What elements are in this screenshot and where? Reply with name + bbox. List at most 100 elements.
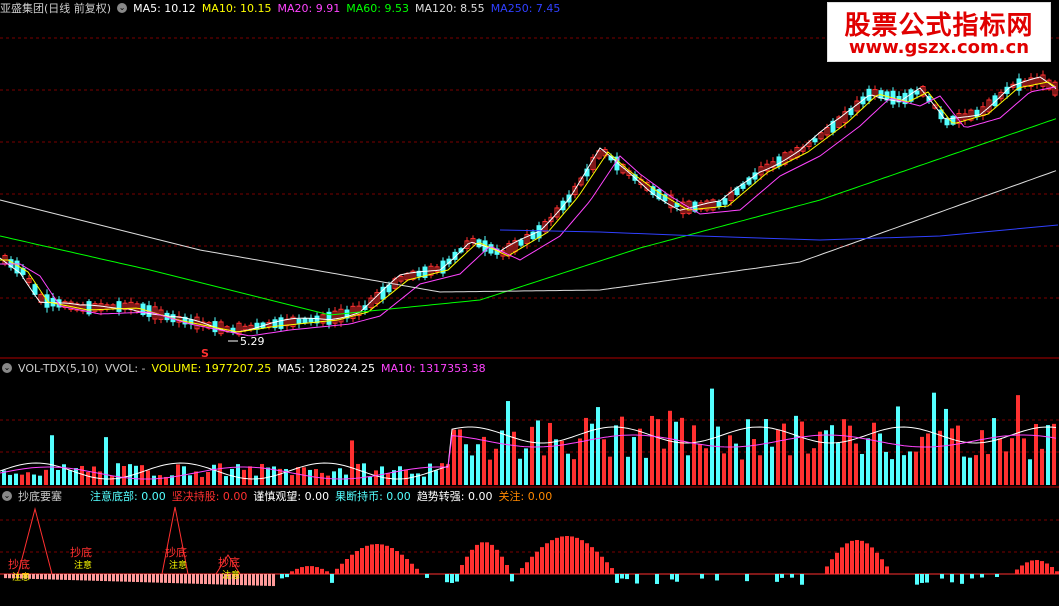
volume-bar <box>998 438 1002 485</box>
volume-bar <box>794 415 798 485</box>
indicator-bar-up <box>575 537 579 574</box>
indicator-field-6: 关注: 0.00 <box>498 490 553 503</box>
volume-bar <box>1022 438 1026 485</box>
indicator-bar-up <box>390 548 394 574</box>
chart-canvas: 抄底注意抄底注意抄底注意 抄底注意 5.29 S <box>0 37 1059 587</box>
volume-bar <box>1052 423 1056 485</box>
indicator-field-3: 谨慎观望: 0.00 <box>253 490 330 503</box>
indicator-bar-pink <box>252 574 255 586</box>
indicator-bar-up <box>365 545 369 574</box>
indicator-bar-pink <box>256 574 259 586</box>
indicator-bar-pink <box>108 574 111 582</box>
indicator-field-1: 注意底部: 0.00 <box>90 490 166 503</box>
indicator-bar-up <box>550 540 554 574</box>
volume-bar <box>746 419 750 485</box>
volume-bar <box>158 475 162 485</box>
indicator-bar-pink <box>32 574 35 579</box>
volume-bar <box>188 475 192 485</box>
ma250-line <box>499 224 1059 241</box>
indicator-bar-pink <box>80 574 83 581</box>
volume-ma10-value: MA10: 1317353.38 <box>380 361 486 375</box>
volume-bar <box>1016 395 1020 485</box>
indicator-bar-down <box>970 574 974 579</box>
volume-bar <box>200 476 204 485</box>
indicator-bar-up <box>845 543 849 574</box>
volume-bar <box>566 453 570 485</box>
volume-bar <box>644 457 648 485</box>
volume-bar <box>950 428 954 485</box>
indicator-bar-up <box>470 549 474 574</box>
volume-bar <box>596 407 600 485</box>
candle-body <box>866 88 872 101</box>
volume-settings-icon[interactable]: ⌄ <box>2 363 12 373</box>
indicator-bar-pink <box>212 574 215 585</box>
indicator-field-2: 坚决持股: 0.00 <box>171 490 248 503</box>
volume-bar <box>524 448 528 485</box>
indicator-bar-up <box>535 551 539 574</box>
volume-bar <box>152 475 156 485</box>
ma250-value: MA250: 7.45 <box>490 1 561 15</box>
indicator-bar-pink <box>44 574 47 580</box>
volume-bar <box>260 463 264 485</box>
volume-bar <box>602 439 606 485</box>
indicator-bar-down <box>675 574 679 582</box>
indicator-bar-down <box>950 574 954 583</box>
volume-bar <box>50 435 54 485</box>
indicator-field-5: 趋势转强: 0.00 <box>416 490 493 503</box>
volume-bar <box>788 455 792 485</box>
volume-bar <box>86 472 90 485</box>
candle-body <box>302 318 308 324</box>
indicator-bar-up <box>410 563 414 574</box>
indicator-bar-pink <box>208 574 211 585</box>
indicator-bar-up <box>885 566 889 574</box>
main-chart-title: 亚盛集团(日线 前复权) <box>0 2 112 15</box>
indicator-bar-up <box>1050 567 1054 574</box>
volume-bar <box>770 446 774 485</box>
indicator-bar-pink <box>84 574 87 581</box>
volume-bar <box>1010 438 1014 485</box>
indicator-bar-up <box>825 566 829 574</box>
volume-bar <box>716 426 720 485</box>
indicator-bar-pink <box>272 574 275 587</box>
volume-bar <box>806 453 810 485</box>
volume-bar <box>956 425 960 485</box>
indicator-bar-down <box>920 574 924 583</box>
volume-value: VOLUME: 1977207.25 <box>151 361 272 375</box>
volume-bar <box>926 433 930 485</box>
indicator-bar-up <box>830 559 834 574</box>
volume-bar <box>974 455 978 485</box>
indicator-bar-pink <box>148 574 151 583</box>
volume-bar <box>146 470 150 485</box>
volume-bar <box>536 420 540 485</box>
volume-bar <box>992 418 996 485</box>
volume-bar <box>674 421 678 485</box>
indicator-bar-pink <box>180 574 183 584</box>
volume-bar <box>548 422 552 485</box>
indicator-bar-down <box>775 574 779 582</box>
indicator-bar-up <box>505 564 509 574</box>
indicator-bar-pink <box>48 574 51 580</box>
settings-dropdown-icon[interactable]: ⌄ <box>117 3 128 13</box>
indicator-bar-pink <box>72 574 75 581</box>
indicator-bar-down <box>715 574 719 581</box>
watermark-url: www.gszx.com.cn <box>848 37 1030 58</box>
volume-bar <box>980 430 984 485</box>
volume-bar <box>722 453 726 485</box>
indicator-bar-pink <box>204 574 207 585</box>
volume-bar <box>860 453 864 485</box>
volume-bar <box>248 466 252 485</box>
signal-sub-label: 注意 <box>12 571 30 583</box>
volume-bar <box>680 417 684 485</box>
indicator-bar-pink <box>56 574 59 580</box>
indicator-bar-pink <box>120 574 123 582</box>
volume-bar <box>968 457 972 485</box>
volume-bar <box>656 419 660 485</box>
volume-bar <box>692 425 696 485</box>
indicator-bar-pink <box>160 574 163 583</box>
indicator-bar-pink <box>4 574 7 579</box>
indicator-bar-pink <box>152 574 155 583</box>
indicator-bar-up <box>315 567 319 574</box>
ma60-value: MA60: 9.53 <box>346 1 409 15</box>
indicator-settings-icon[interactable]: ⌄ <box>2 491 12 501</box>
volume-bar <box>356 463 360 485</box>
